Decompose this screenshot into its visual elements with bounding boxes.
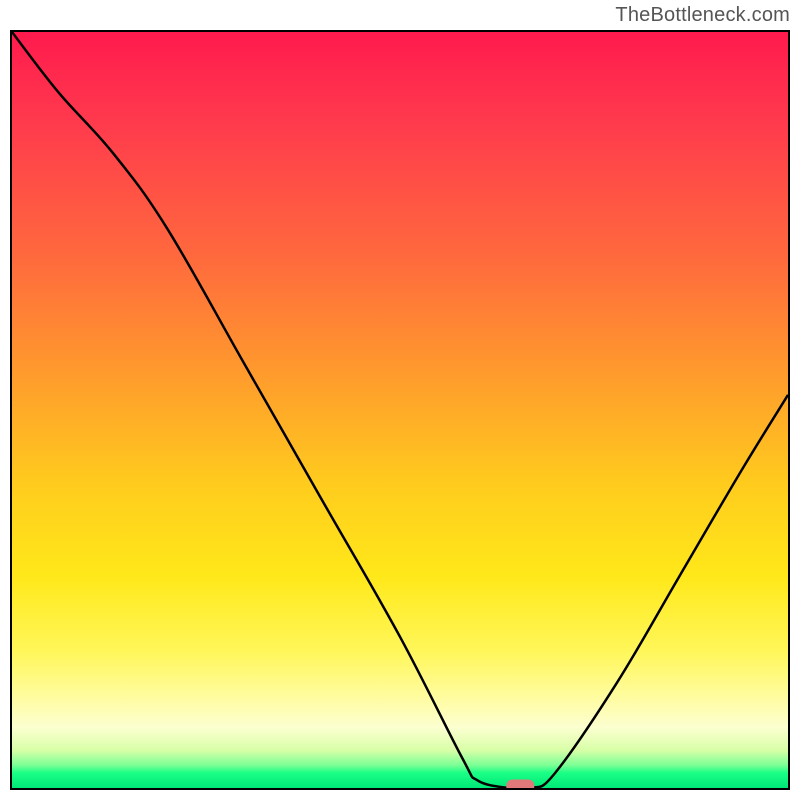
optimal-point-marker (506, 780, 534, 789)
curve-svg (12, 32, 788, 788)
watermark-text: TheBottleneck.com (615, 4, 790, 27)
bottleneck-chart: TheBottleneck.com (0, 0, 800, 800)
bottleneck-curve (12, 32, 788, 788)
plot-area (10, 30, 790, 790)
